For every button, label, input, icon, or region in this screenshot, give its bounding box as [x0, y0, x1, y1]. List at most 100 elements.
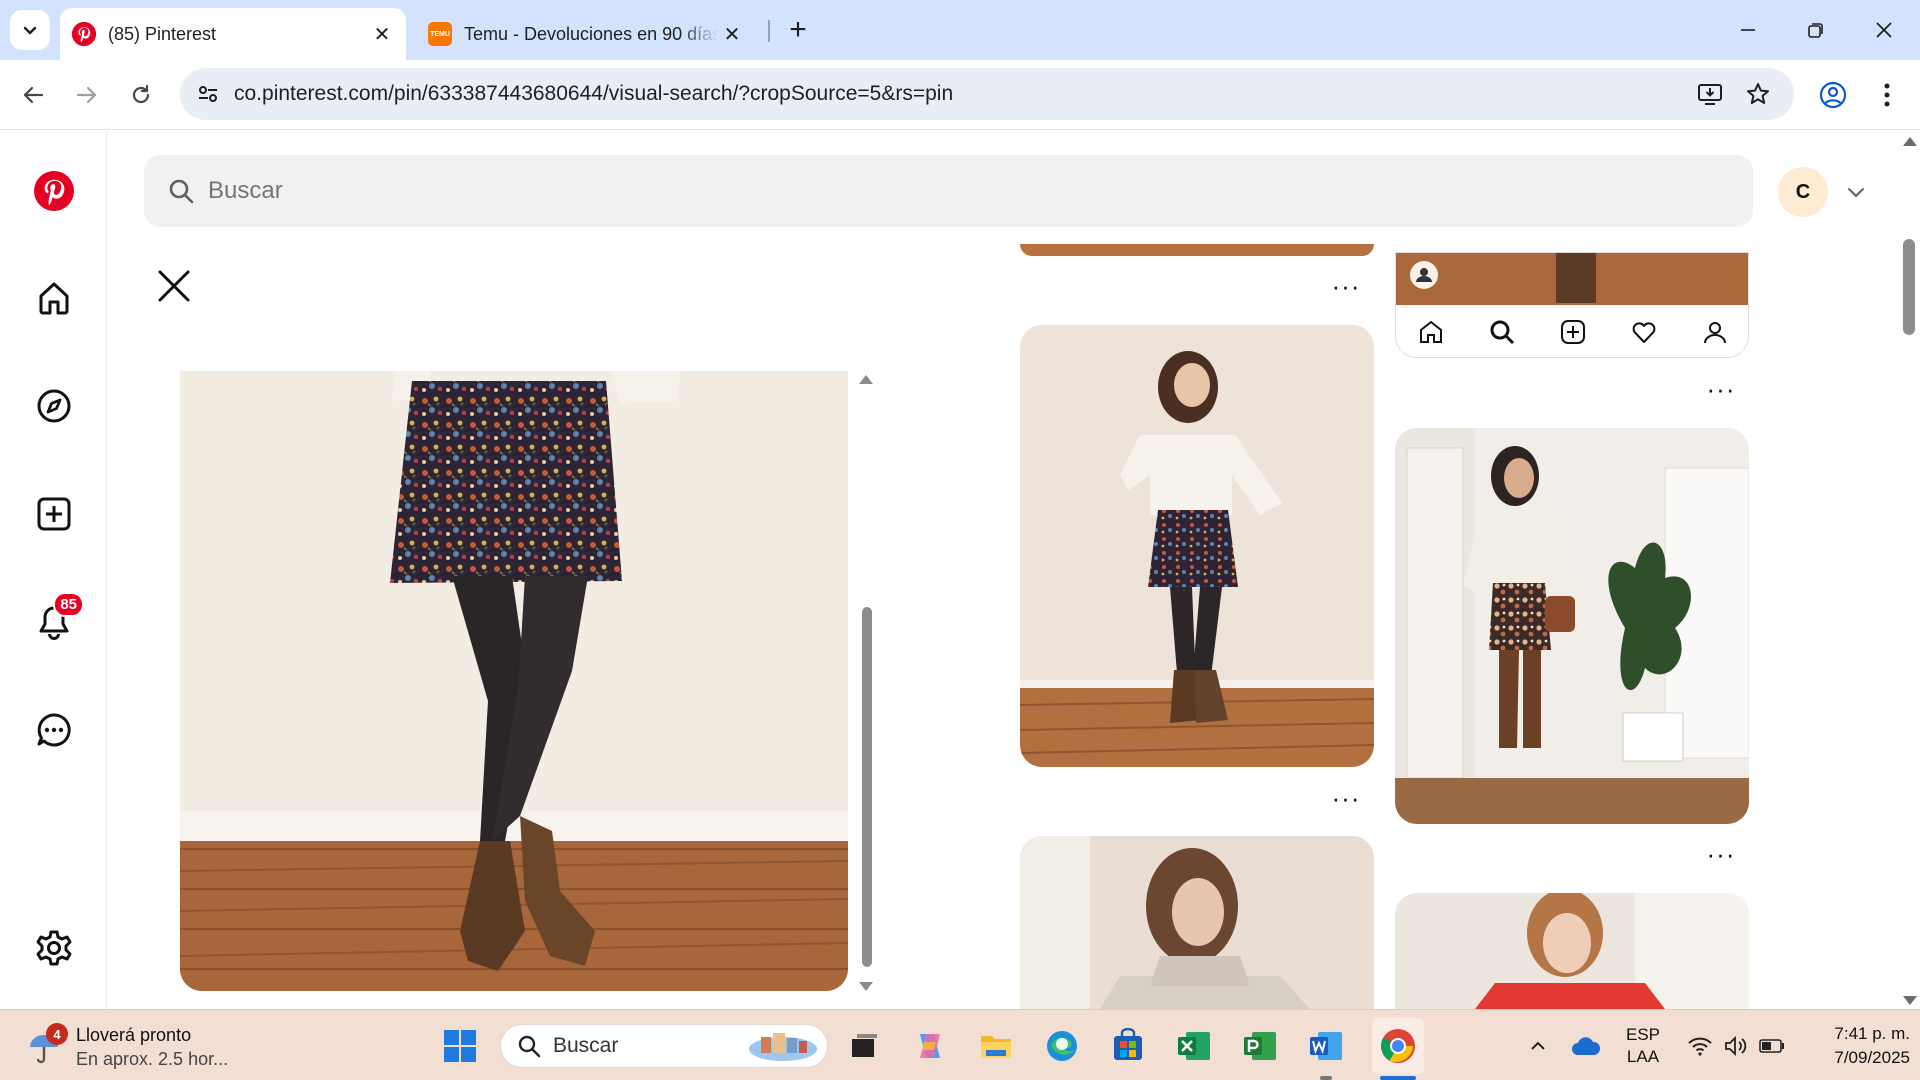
user-avatar[interactable]: C [1778, 167, 1828, 217]
file-explorer-button[interactable] [976, 1026, 1016, 1066]
scroll-down-arrow-icon[interactable] [859, 982, 873, 991]
weather-widget[interactable]: 4 Lloverá pronto En aprox. 2.5 hor... [24, 1020, 228, 1074]
pin-more-button[interactable]: ··· [1326, 785, 1366, 811]
minimize-icon [1741, 29, 1755, 31]
add-square-icon [1560, 320, 1585, 344]
account-menu-button[interactable] [1840, 176, 1872, 208]
address-bar[interactable]: co.pinterest.com/pin/633387443680644/vis… [180, 68, 1794, 120]
page-scrollbar[interactable] [1898, 131, 1920, 1009]
pin-more-button[interactable]: ··· [1701, 841, 1741, 867]
microsoft-store-button[interactable] [1108, 1026, 1148, 1066]
browser-menu-button[interactable] [1866, 74, 1908, 116]
volume-button[interactable] [1718, 1010, 1754, 1080]
search-icon [518, 1035, 541, 1058]
excel-button[interactable] [1174, 1026, 1214, 1066]
keyboard-layout: LAA [1626, 1046, 1660, 1066]
show-hidden-icons-button[interactable] [1520, 1010, 1556, 1080]
edge-button[interactable] [1042, 1026, 1082, 1066]
onedrive-button[interactable] [1566, 1010, 1606, 1080]
close-icon [158, 270, 190, 302]
heart-icon [1632, 322, 1656, 343]
wifi-button[interactable] [1682, 1010, 1718, 1080]
tab-search-button[interactable] [10, 10, 50, 50]
pin-scrollbar[interactable] [856, 371, 876, 991]
messages-nav-button[interactable] [30, 706, 78, 754]
profile-icon [1703, 322, 1726, 344]
tab-title: (85) Pinterest [108, 23, 217, 44]
search-icon [1490, 320, 1515, 345]
pin-result-outfit-2[interactable] [1395, 428, 1749, 824]
gear-icon [36, 930, 72, 966]
scroll-down-arrow-icon[interactable] [1903, 996, 1917, 1005]
pin-result-outfit-4[interactable] [1395, 893, 1749, 1009]
pin-more-button[interactable]: ··· [1701, 376, 1741, 402]
search-input[interactable] [208, 177, 1608, 205]
clock[interactable]: 7:41 p. m. 7/09/2025 [1800, 1010, 1910, 1080]
tab-strip: (85) Pinterest ✕ TEMU Temu - Devolucione… [0, 0, 1920, 60]
install-app-icon[interactable] [1688, 72, 1732, 116]
chrome-icon [1381, 1029, 1415, 1063]
profile-icon [1819, 81, 1847, 109]
scroll-up-arrow-icon[interactable] [1903, 137, 1917, 146]
copilot-icon [920, 1034, 940, 1058]
scroll-thumb[interactable] [862, 607, 872, 967]
pinterest-search-bar[interactable] [144, 155, 1753, 227]
search-icon [166, 176, 196, 206]
windows-taskbar: 4 Lloverá pronto En aprox. 2.5 hor... Bu… [0, 1009, 1920, 1080]
pin-result-outfit-1[interactable] [1020, 325, 1374, 767]
arrow-left-icon [23, 86, 44, 104]
pin-photo [1020, 325, 1374, 767]
taskbar-search[interactable]: Buscar [500, 1024, 828, 1068]
settings-nav-button[interactable] [30, 924, 78, 972]
restore-button[interactable] [1782, 0, 1850, 60]
reload-button[interactable] [120, 74, 162, 116]
close-visual-search-button[interactable] [150, 262, 198, 310]
language-indicator[interactable]: ESP LAA [1616, 1010, 1670, 1080]
scroll-up-arrow-icon[interactable] [859, 375, 873, 384]
notifications-nav-button[interactable]: 85 [30, 592, 84, 646]
pin-more-button[interactable]: ··· [1326, 273, 1366, 299]
tab-temu[interactable]: TEMU Temu - Devoluciones en 90 días ✕ [416, 8, 756, 60]
speaker-icon [1725, 1035, 1747, 1056]
tab-title: Temu - Devoluciones en 90 días [464, 23, 718, 44]
close-icon [1876, 22, 1892, 38]
restore-icon [1808, 23, 1823, 38]
pin-result-instagram[interactable] [1395, 252, 1749, 358]
battery-button[interactable] [1754, 1010, 1790, 1080]
close-tab-icon[interactable]: ✕ [718, 20, 746, 48]
pinterest-logo-icon[interactable] [30, 167, 78, 215]
weather-subtitle: En aprox. 2.5 hor... [76, 1049, 229, 1069]
store-icon [1114, 1028, 1142, 1060]
scroll-thumb[interactable] [1903, 239, 1915, 335]
project-button[interactable] [1240, 1026, 1280, 1066]
chevron-down-icon [1848, 188, 1864, 197]
home-nav-button[interactable] [30, 274, 78, 322]
folder-icon [981, 1036, 1011, 1058]
back-button[interactable] [12, 74, 54, 116]
tab-pinterest[interactable]: (85) Pinterest ✕ [60, 8, 406, 60]
close-tab-icon[interactable]: ✕ [368, 20, 396, 48]
bookmark-star-icon[interactable] [1736, 72, 1780, 116]
new-tab-button[interactable]: + [780, 12, 816, 48]
task-view-button[interactable] [844, 1026, 884, 1066]
taskbar-search-label: Buscar [553, 1034, 619, 1057]
pin-result-partial[interactable] [1020, 244, 1374, 256]
close-window-button[interactable] [1850, 0, 1918, 60]
word-button[interactable] [1306, 1026, 1346, 1066]
temu-favicon-icon: TEMU [428, 22, 452, 46]
chrome-button[interactable] [1372, 1018, 1424, 1074]
explore-nav-button[interactable] [30, 382, 78, 430]
pin-result-outfit-3[interactable] [1020, 836, 1374, 1009]
create-nav-button[interactable] [30, 490, 78, 538]
profile-button[interactable] [1812, 74, 1854, 116]
umbrella-rain-icon: 4 [24, 1023, 68, 1067]
start-button[interactable] [440, 1026, 480, 1066]
forward-button[interactable] [66, 74, 108, 116]
copilot-button[interactable] [910, 1026, 950, 1066]
site-info-icon[interactable] [186, 72, 230, 116]
browser-toolbar: co.pinterest.com/pin/633387443680644/vis… [0, 60, 1920, 130]
pin-main-image[interactable] [180, 371, 848, 991]
minimize-button[interactable] [1714, 0, 1782, 60]
edge-icon [1047, 1031, 1077, 1061]
clock-time: 7:41 p. m. [1834, 1023, 1910, 1043]
